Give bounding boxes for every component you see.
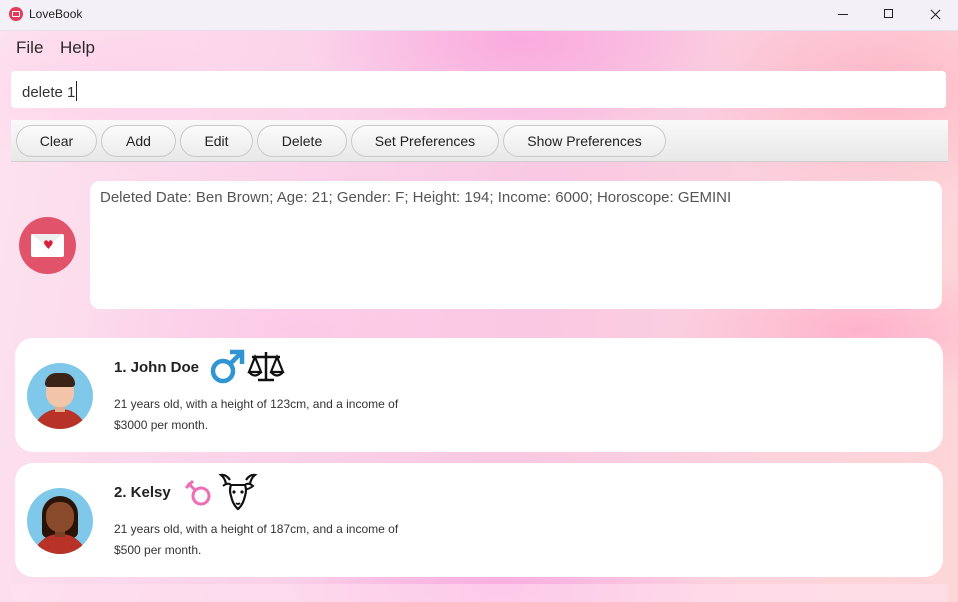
clear-button[interactable]: Clear: [16, 125, 97, 157]
add-button[interactable]: Add: [101, 125, 176, 157]
love-letter-icon: ♥: [19, 217, 76, 274]
result-area: ♥ Deleted Date: Ben Brown; Age: 21; Gend…: [0, 170, 958, 322]
result-display: Deleted Date: Ben Brown; Age: 21; Gender…: [90, 181, 942, 309]
maximize-button[interactable]: [866, 0, 912, 30]
envelope-icon: ♥: [31, 234, 64, 257]
set-preferences-button[interactable]: Set Preferences: [351, 125, 499, 157]
title-bar: LoveBook: [0, 0, 958, 31]
date-details-line-2: $3000 per month.: [114, 418, 209, 432]
female-avatar: [27, 488, 93, 554]
male-avatar: [27, 363, 93, 429]
menu-file[interactable]: File: [16, 38, 43, 58]
heart-icon: ♥: [43, 238, 54, 252]
command-input-text: delete 1: [22, 84, 76, 101]
minimize-button[interactable]: [820, 0, 866, 30]
app-logo-icon: [9, 7, 23, 21]
date-details: 21 years old, with a height of 123cm, an…: [114, 394, 434, 436]
date-card[interactable]: 1. John Doe 21 years old, with a height …: [15, 338, 943, 452]
close-button[interactable]: [912, 0, 958, 30]
menu-help[interactable]: Help: [60, 38, 95, 58]
edit-button[interactable]: Edit: [180, 125, 253, 157]
text-caret: [76, 81, 78, 101]
date-details-line-1: 21 years old, with a height of 187cm, an…: [114, 522, 399, 536]
menu-bar: File Help: [0, 30, 958, 66]
date-details: 21 years old, with a height of 187cm, an…: [114, 519, 434, 561]
date-name: 1. John Doe: [114, 359, 200, 376]
avatar-shirt: [33, 534, 87, 554]
capricorn-goat-icon: [218, 473, 258, 511]
list-bottom-edge: [11, 584, 948, 602]
delete-button[interactable]: Delete: [257, 125, 347, 157]
command-input[interactable]: delete 1: [11, 71, 946, 108]
avatar-hair: [45, 373, 75, 387]
libra-icon: [247, 352, 285, 382]
male-symbol-icon: [210, 349, 245, 384]
avatar-shirt: [33, 409, 87, 429]
avatar-face: [46, 502, 74, 532]
female-symbol-icon: [185, 480, 211, 506]
date-details-line-2: $500 per month.: [114, 543, 202, 557]
show-preferences-button[interactable]: Show Preferences: [503, 125, 666, 157]
window-title: LoveBook: [29, 7, 83, 21]
toolbar: Clear Add Edit Delete Set Preferences Sh…: [11, 120, 948, 162]
date-details-line-1: 21 years old, with a height of 123cm, an…: [114, 397, 399, 411]
date-name: 2. Kelsy: [114, 484, 171, 501]
date-card[interactable]: 2. Kelsy 21 years old, with a height of …: [15, 463, 943, 577]
